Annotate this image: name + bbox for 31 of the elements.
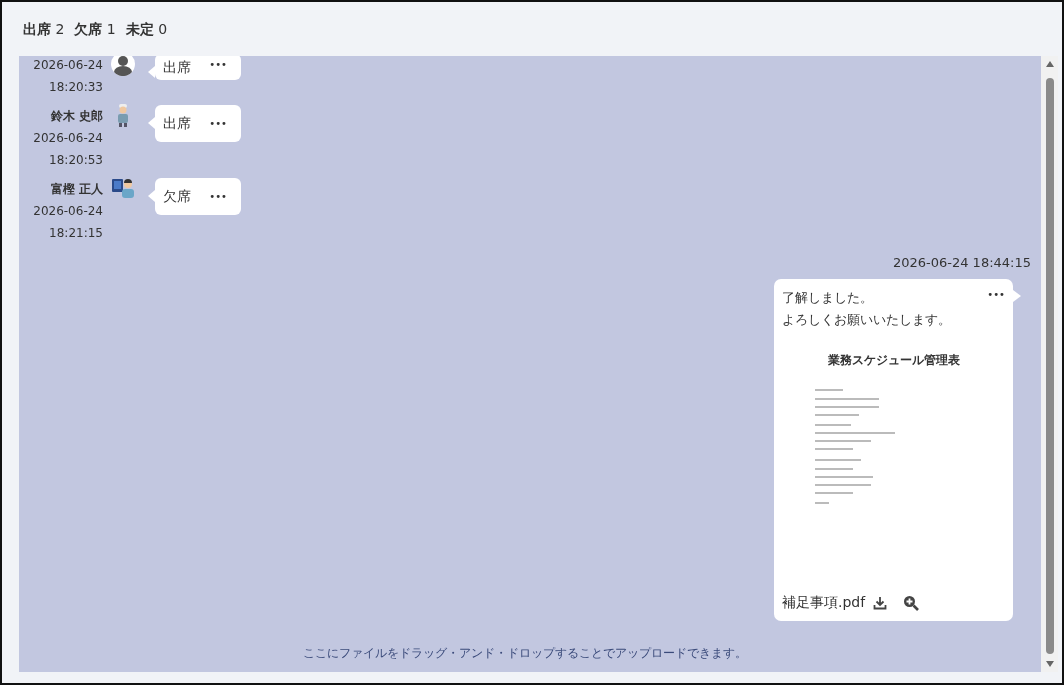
reply-date: 2026-06-24 [32,130,103,147]
scrollbar-thumb[interactable] [1045,78,1054,654]
reply-date: 2026-06-24 [32,203,103,220]
answer-text: 欠席 [163,187,191,206]
download-icon[interactable] [873,595,888,610]
scroll-up-arrow-icon[interactable] [1044,60,1055,68]
reply-date: 2026-06-24 [32,57,103,74]
user-name: 鈴木 史郎 [49,108,103,125]
attendance-count: 出席 2 [23,19,65,39]
attendance-count: 未定 0 [125,19,168,39]
office-worker-avatar-icon [111,176,135,200]
message-timestamp: 2026-06-24 18:44:15 [892,254,1031,272]
user-name: 富樫 正人 [49,181,103,198]
answer-text: 出席 [163,114,191,133]
drop-hint: ここにファイルをドラッグ・アンド・ドロップすることでアップロードできます。 [302,645,748,662]
answer-text: 出席 [163,58,191,77]
attendance-count: 欠席 1 [74,19,116,39]
reply-time: 18:20:53 [48,152,103,169]
more-options-button[interactable]: ••• [987,287,1005,302]
message-text: 了解しました。 よろしくお願いいたします。 [782,289,951,329]
more-options-button[interactable]: ••• [209,116,227,131]
reply-time: 18:20:33 [48,79,103,96]
more-options-button[interactable]: ••• [209,189,227,204]
document-preview[interactable]: 業務スケジュール管理表 [782,341,1005,586]
more-options-button[interactable]: ••• [209,57,227,72]
zoom-in-icon[interactable] [903,594,920,611]
reply-time: 18:21:15 [48,225,103,242]
person-avatar-icon [111,56,135,76]
scroll-down-arrow-icon[interactable] [1044,660,1055,668]
file-name[interactable]: 補足事項.pdf [782,592,866,613]
document-title: 業務スケジュール管理表 [827,353,960,367]
